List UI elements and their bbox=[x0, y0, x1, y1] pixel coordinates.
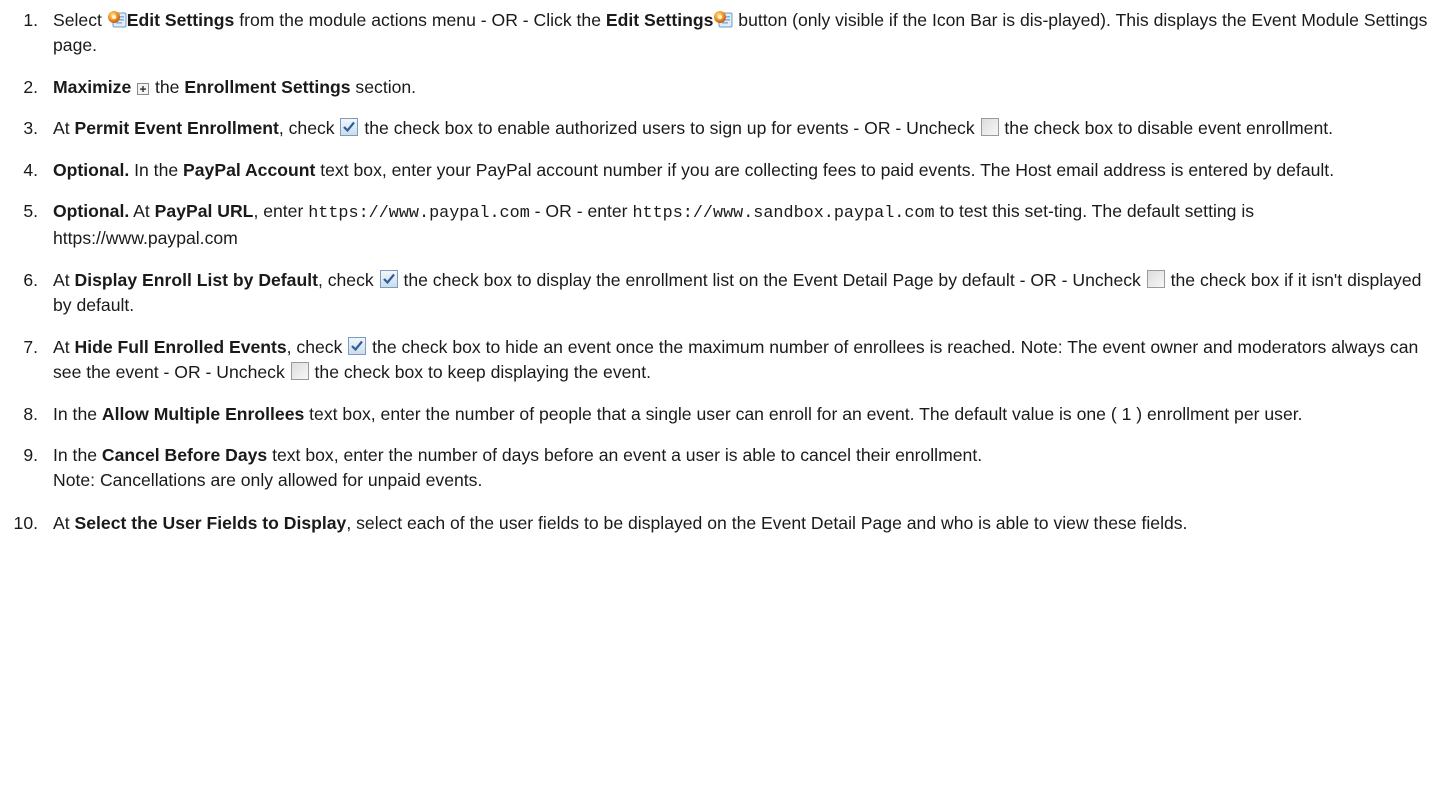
bold-term: Permit Event Enrollment bbox=[74, 118, 279, 138]
bold-term: Allow Multiple Enrollees bbox=[101, 404, 305, 424]
bold-term: PayPal Account bbox=[183, 160, 316, 180]
step-text: , select each of the user fields to be d… bbox=[346, 513, 1188, 533]
list-item: 6. At Display Enroll List by Default, che… bbox=[0, 268, 1447, 318]
list-item: 1. Select Edit Settings from the module a… bbox=[0, 8, 1447, 58]
step-text: , check bbox=[317, 270, 379, 290]
list-item: 7. At Hide Full Enrolled Events, check th… bbox=[0, 335, 1447, 385]
step-number: 1. bbox=[23, 10, 38, 30]
step-text: Select bbox=[53, 10, 107, 30]
step-text: Note: Cancellations are only allowed for… bbox=[53, 470, 483, 490]
bold-term: Hide Full Enrolled Events bbox=[74, 337, 287, 357]
step-number: 5. bbox=[23, 201, 38, 221]
list-item: 8. In the Allow Multiple Enrollees text b… bbox=[0, 402, 1447, 427]
step-text: - OR - enter bbox=[529, 201, 633, 221]
step-text: At bbox=[129, 201, 155, 221]
step-text: , enter bbox=[253, 201, 309, 221]
list-item: 9. In the Cancel Before Days text box, en… bbox=[0, 443, 1447, 493]
bold-term: Enrollment Settings bbox=[184, 77, 351, 97]
bold-term: Display Enroll List by Default bbox=[74, 270, 318, 290]
edit-settings-icon bbox=[107, 9, 127, 29]
list-item: 3. At Permit Event Enrollment, check the … bbox=[0, 116, 1447, 141]
checkbox-unchecked-icon bbox=[290, 361, 310, 381]
maximize-icon bbox=[136, 82, 150, 96]
step-text: from the module actions menu - OR - Clic… bbox=[234, 10, 606, 30]
bold-term: Select the User Fields to Display bbox=[74, 513, 347, 533]
code-text: https://www.paypal.com bbox=[308, 204, 530, 223]
list-item: 10. At Select the User Fields to Display,… bbox=[0, 511, 1447, 536]
list-item: 2. Maximize the Enrollment Settings secti… bbox=[0, 75, 1447, 100]
checkbox-checked-icon bbox=[379, 269, 399, 289]
bold-term: Maximize bbox=[53, 77, 137, 97]
step-text: the check box to enable authorized users… bbox=[359, 118, 980, 138]
bold-term: Edit Settings bbox=[605, 10, 714, 30]
step-text: the check box to disable event enrollmen… bbox=[999, 118, 1334, 138]
step-text: the bbox=[150, 77, 185, 97]
code-text: https://www.sandbox.paypal.com bbox=[632, 204, 935, 223]
step-text: In the bbox=[129, 160, 184, 180]
step-text: In the bbox=[53, 404, 102, 424]
step-number: 2. bbox=[23, 77, 38, 97]
bold-term: Cancel Before Days bbox=[101, 445, 268, 465]
step-text: At bbox=[53, 118, 75, 138]
checkbox-checked-icon bbox=[347, 336, 367, 356]
checkbox-unchecked-icon bbox=[1146, 269, 1166, 289]
step-text: At bbox=[53, 513, 75, 533]
bold-term: Edit Settings bbox=[126, 10, 235, 30]
edit-settings-icon bbox=[713, 9, 733, 29]
step-text: the check box to keep displaying the eve… bbox=[309, 362, 651, 382]
list-item: 4. Optional. In the PayPal Account text b… bbox=[0, 158, 1447, 183]
step-text: text box, enter your PayPal account numb… bbox=[315, 160, 1335, 180]
bold-term: PayPal URL bbox=[154, 201, 254, 221]
step-number: 6. bbox=[23, 270, 38, 290]
step-text: , check bbox=[278, 118, 340, 138]
step-text: section. bbox=[350, 77, 417, 97]
bold-term: Optional. bbox=[53, 201, 130, 221]
bold-term: Optional. bbox=[53, 160, 130, 180]
step-text: text box, enter the number of days befor… bbox=[267, 445, 983, 465]
step-text: text box, enter the number of people tha… bbox=[304, 404, 1303, 424]
step-number: 9. bbox=[23, 445, 38, 465]
step-number: 3. bbox=[23, 118, 38, 138]
step-text: , check bbox=[286, 337, 348, 357]
step-text: At bbox=[53, 270, 75, 290]
step-number: 7. bbox=[23, 337, 38, 357]
step-text: the check box to display the enrollment … bbox=[398, 270, 1146, 290]
instruction-list: 1. Select Edit Settings from the module a… bbox=[0, 8, 1447, 536]
step-text: At bbox=[53, 337, 75, 357]
list-item: 5. Optional. At PayPal URL, enter https:/… bbox=[0, 199, 1447, 251]
checkbox-checked-icon bbox=[339, 117, 359, 137]
step-number: 10. bbox=[13, 513, 38, 533]
step-number: 4. bbox=[23, 160, 38, 180]
step-number: 8. bbox=[23, 404, 38, 424]
checkbox-unchecked-icon bbox=[980, 117, 1000, 137]
step-text: In the bbox=[53, 445, 102, 465]
